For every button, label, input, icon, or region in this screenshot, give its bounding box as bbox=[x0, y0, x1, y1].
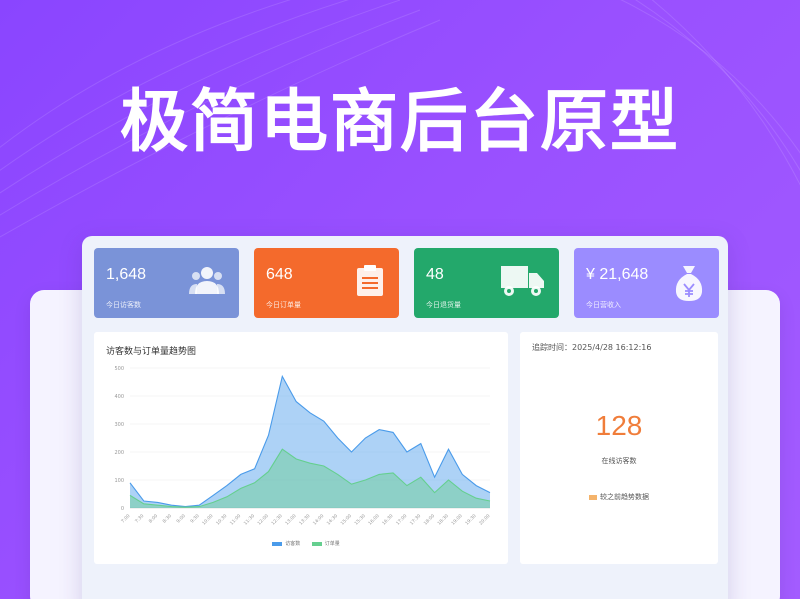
x-tick-label: 20:00 bbox=[478, 513, 492, 527]
x-tick-label: 16:00 bbox=[367, 513, 381, 527]
clipboard-icon bbox=[357, 265, 383, 296]
legend-swatch-visitors bbox=[272, 541, 283, 546]
x-tick-label: 7:00 bbox=[120, 513, 131, 524]
stat-card-visitors[interactable]: 1,648 今日访客数 bbox=[94, 248, 239, 318]
x-tick-label: 16:30 bbox=[381, 513, 395, 527]
stat-card-orders[interactable]: 648 今日订单量 bbox=[254, 248, 399, 318]
trend-legend-swatch bbox=[589, 494, 597, 500]
stat-label: 今日订单量 bbox=[266, 301, 301, 309]
x-tick-label: 18:30 bbox=[436, 513, 450, 527]
x-tick-label: 13:00 bbox=[284, 513, 298, 527]
x-tick-label: 13:30 bbox=[298, 513, 312, 527]
page-canvas: 极简电商后台原型 1,648 今日访客数 648 今日订单量 48 今日退货量 … bbox=[0, 0, 800, 599]
x-tick-label: 10:00 bbox=[201, 513, 215, 527]
truck-icon bbox=[501, 266, 544, 296]
users-icon bbox=[189, 267, 225, 294]
online-count-caption: 在线访客数 bbox=[601, 457, 637, 465]
online-panel: 追踪时间：2025/4/28 16:12:16 128 在线访客数 较之前趋势数… bbox=[520, 332, 718, 564]
x-tick-label: 15:30 bbox=[353, 513, 367, 527]
x-tick-label: 17:30 bbox=[409, 513, 423, 527]
legend-label-visitors: 访客数 bbox=[285, 541, 301, 547]
stat-card-returns[interactable]: 48 今日退货量 bbox=[414, 248, 559, 318]
x-tick-label: 12:30 bbox=[270, 513, 284, 527]
legend-label-orders: 订单量 bbox=[324, 541, 340, 547]
x-tick-label: 19:00 bbox=[450, 513, 464, 527]
x-tick-label: 10:30 bbox=[215, 513, 229, 527]
trend-chart: 0 100 200 300 400 500 7:00 7:30 8:00 8:30 9:00 9:30… bbox=[114, 366, 492, 527]
x-tick-label: 19:30 bbox=[464, 513, 478, 527]
stat-card-revenue[interactable]: ¥ 21,648 今日营收入 bbox=[574, 248, 719, 318]
x-tick-label: 17:00 bbox=[395, 513, 409, 527]
stat-value: 648 bbox=[266, 266, 293, 283]
x-tick-label: 7:30 bbox=[134, 513, 145, 524]
x-tick-label: 14:00 bbox=[312, 513, 326, 527]
x-tick-label: 15:00 bbox=[340, 513, 354, 527]
chart-legend: 访客数 订单量 bbox=[94, 540, 508, 547]
dashboard-preview: 1,648 今日访客数 648 今日订单量 48 今日退货量 ¥ 21,648 … bbox=[82, 236, 728, 599]
hero-title: 极简电商后台原型 bbox=[119, 83, 680, 162]
stat-label: 今日访客数 bbox=[106, 301, 141, 309]
stat-value: 48 bbox=[426, 266, 444, 283]
y-tick-label: 200 bbox=[114, 450, 124, 456]
x-tick-label: 14:30 bbox=[326, 513, 340, 527]
x-tick-label: 8:00 bbox=[148, 513, 159, 524]
x-tick-label: 8:30 bbox=[162, 513, 173, 524]
x-tick-label: 11:00 bbox=[229, 513, 243, 527]
y-tick-label: 400 bbox=[114, 394, 124, 400]
chart-panel: 访客数与订单量趋势图 0 100 200 300 400 500 7:00 7:30 8:00 8… bbox=[94, 332, 508, 564]
stat-value: ¥ 21,648 bbox=[586, 266, 649, 283]
stat-value: 1,648 bbox=[106, 266, 147, 283]
trend-legend: 较之前趋势数据 bbox=[520, 492, 718, 502]
legend-swatch-orders bbox=[311, 541, 322, 546]
money-bag-icon bbox=[675, 266, 703, 301]
trend-legend-label: 较之前趋势数据 bbox=[600, 493, 649, 501]
stat-label: 今日营收入 bbox=[586, 301, 621, 309]
stat-label: 今日退货量 bbox=[426, 301, 461, 309]
x-tick-label: 9:30 bbox=[189, 513, 200, 524]
online-count: 128 bbox=[595, 410, 643, 441]
y-tick-label: 0 bbox=[121, 506, 124, 512]
y-tick-label: 500 bbox=[114, 366, 124, 372]
updated-time: 追踪时间：2025/4/28 16:12:16 bbox=[532, 343, 652, 352]
x-tick-label: 18:00 bbox=[423, 513, 437, 527]
x-tick-label: 9:00 bbox=[175, 513, 186, 524]
x-tick-label: 11:30 bbox=[243, 513, 257, 527]
x-tick-label: 12:00 bbox=[256, 513, 270, 527]
y-tick-label: 100 bbox=[114, 478, 124, 484]
y-tick-label: 300 bbox=[114, 422, 124, 428]
